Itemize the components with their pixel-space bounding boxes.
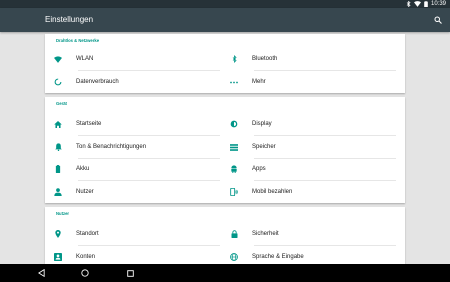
setting-label: Sicherheit [252, 231, 279, 237]
section-device: Gerät Startseite Display Ton & Benachric… [45, 97, 405, 203]
setting-label: Sprache & Eingabe [252, 254, 304, 260]
location-icon [54, 230, 62, 238]
wifi-icon [54, 55, 62, 63]
setting-label: Ton & Benachrichtigungen [76, 144, 147, 150]
lock-icon [230, 230, 238, 238]
setting-label: Standort [76, 231, 99, 237]
bell-icon [54, 143, 62, 151]
page-title: Einstellungen [45, 15, 94, 24]
storage-icon [230, 143, 238, 151]
back-icon[interactable] [36, 268, 46, 278]
section-wireless-networks: Drahtlos & Netzwerke WLAN Bluetooth Date… [45, 34, 405, 93]
setting-label: Mobil bezahlen [252, 189, 293, 195]
language-icon [230, 253, 238, 261]
setting-label: Konten [76, 254, 96, 260]
status-bar: 10:39 [0, 0, 450, 8]
setting-users[interactable]: Nutzer [45, 181, 215, 203]
person-icon [54, 188, 62, 196]
app-bar: Einstellungen [0, 8, 450, 32]
bluetooth-icon [230, 55, 238, 63]
setting-label: Datenverbrauch [76, 79, 119, 85]
setting-wlan[interactable]: WLAN [45, 48, 215, 70]
setting-security[interactable]: Sicherheit [221, 223, 391, 245]
section-personal: Nutzer Standort Sicherheit Konten Sprach… [45, 207, 405, 267]
home-button-icon[interactable] [80, 268, 90, 278]
brightness-icon [230, 120, 238, 128]
recents-icon[interactable] [125, 268, 135, 278]
setting-label: Apps [252, 166, 266, 172]
setting-label: WLAN [76, 56, 94, 62]
setting-more[interactable]: Mehr [221, 71, 391, 93]
status-icons: 10:39 [406, 0, 446, 8]
tap-pay-icon [230, 188, 238, 196]
home-icon [54, 120, 62, 128]
setting-location[interactable]: Standort [45, 223, 215, 245]
account-box-icon [54, 253, 62, 261]
setting-startseite[interactable]: Startseite [45, 113, 215, 135]
section-header: Drahtlos & Netzwerke [56, 38, 100, 43]
more-icon [230, 78, 238, 86]
section-header: Nutzer [56, 211, 70, 216]
setting-label: Nutzer [76, 189, 94, 195]
setting-label: Mehr [252, 79, 266, 85]
search-icon[interactable] [432, 14, 444, 26]
data-usage-icon [54, 78, 62, 86]
setting-mobile-payment[interactable]: Mobil bezahlen [221, 181, 391, 203]
setting-label: Akku [76, 166, 90, 172]
bluetooth-status-icon [406, 1, 411, 7]
setting-data-usage[interactable]: Datenverbrauch [45, 71, 215, 93]
setting-apps[interactable]: Apps [221, 158, 391, 180]
setting-label: Startseite [76, 121, 102, 127]
section-header: Gerät [56, 101, 67, 106]
wifi-status-icon [413, 1, 421, 7]
setting-battery[interactable]: Akku [45, 158, 215, 180]
clock: 10:39 [430, 1, 446, 7]
setting-sound-notifications[interactable]: Ton & Benachrichtigungen [45, 136, 215, 158]
setting-label: Bluetooth [252, 56, 278, 62]
setting-label: Speicher [252, 144, 276, 150]
setting-label: Display [252, 121, 272, 127]
battery-icon [54, 165, 62, 173]
battery-status-icon [424, 1, 428, 7]
navigation-bar [0, 264, 450, 282]
setting-bluetooth[interactable]: Bluetooth [221, 48, 391, 70]
setting-display[interactable]: Display [221, 113, 391, 135]
android-icon [230, 165, 238, 173]
setting-storage[interactable]: Speicher [221, 136, 391, 158]
